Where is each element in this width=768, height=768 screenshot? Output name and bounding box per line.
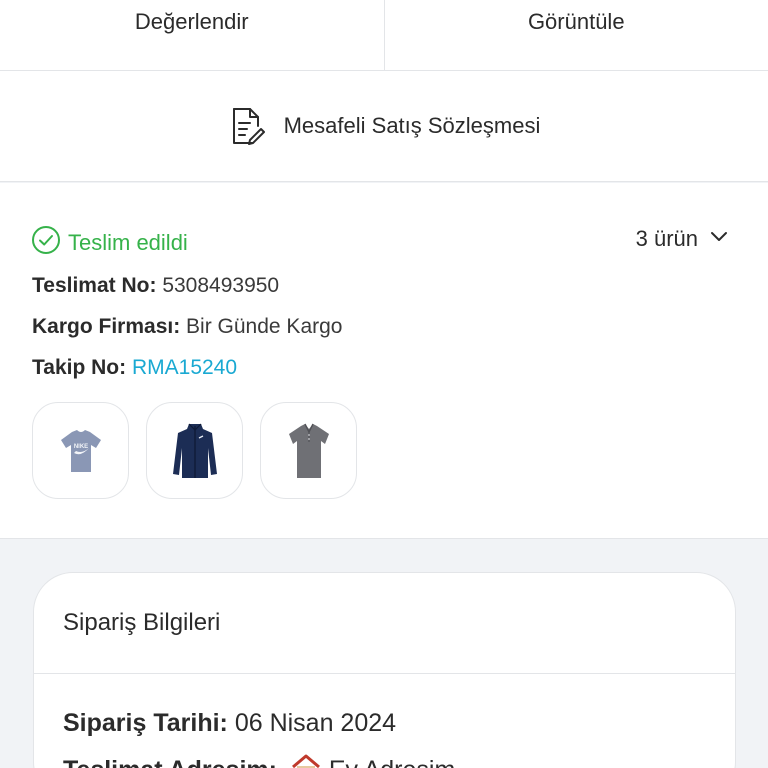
shipment-section: Teslim edildi 3 ürün Teslimat No: 530849… [0, 183, 768, 539]
product-count-toggle[interactable]: 3 ürün [636, 226, 728, 252]
chevron-down-icon [710, 230, 728, 248]
check-circle-icon [31, 225, 61, 260]
document-edit-icon [228, 105, 268, 147]
contract-label: Mesafeli Satış Sözleşmesi [283, 113, 541, 138]
rate-products-button[interactable]: Değerlendir [0, 0, 384, 70]
carrier-value: Bir Günde Kargo [186, 315, 343, 338]
tracking-row: Takip No: RMA15240 [32, 356, 237, 380]
navy-jacket-thumbnail[interactable] [146, 402, 243, 499]
order-date-value: 06 Nisan 2024 [234, 709, 397, 737]
order-info-title: Sipariş Bilgileri [63, 609, 221, 636]
delivery-address-value: Ev Adresim [329, 756, 455, 768]
order-date-row: Sipariş Tarihi: 06 Nisan 2024 [63, 709, 396, 738]
delivery-status-text: Teslim edildi [68, 229, 188, 255]
order-date-label: Sipariş Tarihi: [63, 709, 228, 737]
tracking-number-link[interactable]: RMA15240 [132, 356, 237, 379]
delivery-number-value: 5308493950 [162, 274, 280, 297]
delivery-number-label: Teslimat No: [32, 274, 157, 297]
product-thumbnails: NIKE [32, 402, 357, 499]
tracking-label: Takip No: [32, 356, 127, 379]
house-icon [290, 753, 322, 768]
view-invoice-button[interactable]: Görüntüle [383, 0, 768, 70]
product-count: 3 ürün [635, 226, 698, 251]
grey-tshirt-thumbnail[interactable]: NIKE [32, 402, 129, 499]
svg-text:NIKE: NIKE [73, 444, 87, 450]
carrier-label: Kargo Firması: [32, 315, 181, 338]
order-info-header: Sipariş Bilgileri [34, 573, 735, 674]
rate-products-label: Değerlendir [134, 9, 249, 34]
view-invoice-label: Görüntüle [527, 9, 625, 34]
top-actions: Değerlendir Görüntüle [0, 0, 768, 71]
distance-sales-contract-button[interactable]: Mesafeli Satış Sözleşmesi [0, 71, 768, 182]
delivery-address-label: Teslimat Adresim: [63, 756, 277, 768]
delivery-number-row: Teslimat No: 5308493950 [32, 274, 279, 298]
grey-polo-thumbnail[interactable] [260, 402, 357, 499]
delivery-address-row: Teslimat Adresim: Ev Adresim [63, 753, 455, 768]
order-info-card: Sipariş Bilgileri Sipariş Tarihi: 06 Nis… [33, 572, 736, 768]
carrier-row: Kargo Firması: Bir Günde Kargo [32, 315, 342, 339]
delivery-status: Teslim edildi [31, 225, 188, 260]
